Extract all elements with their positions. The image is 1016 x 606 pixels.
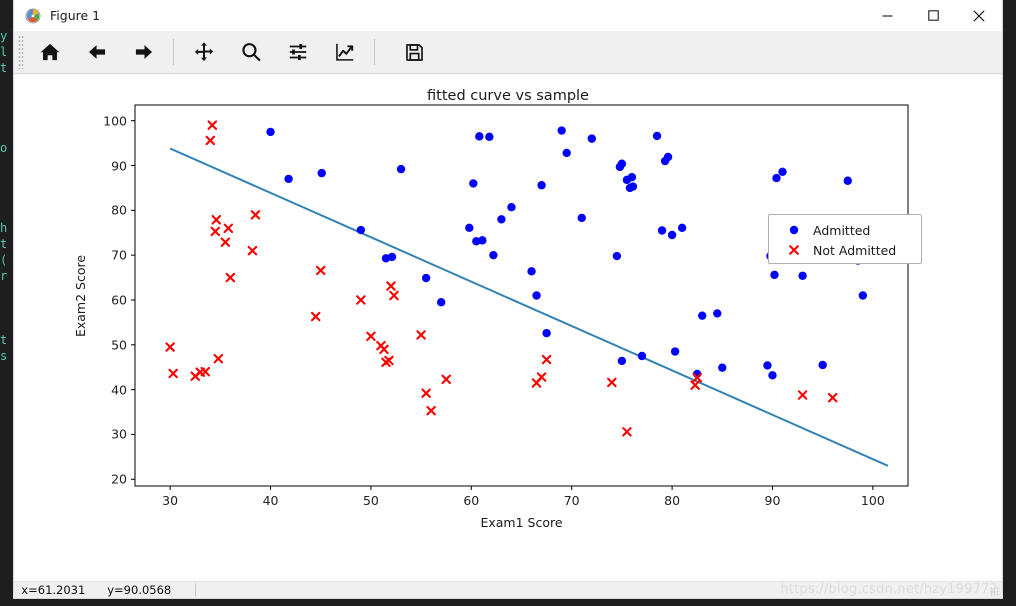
x-tick-label: 40: [262, 493, 279, 508]
x-tick-label: 50: [362, 493, 379, 508]
x-tick-label: 70: [563, 493, 580, 508]
ide-code-gutter: y l t o h t ( r t s: [0, 29, 8, 363]
figure-window: Figure 1 fitted curve vs sample Admitted…: [14, 0, 1002, 598]
y-tick-label: 40: [111, 382, 127, 398]
y-tick-label: 70: [111, 247, 127, 263]
home-icon[interactable]: [26, 33, 73, 71]
legend-label-admitted: Admitted: [813, 222, 871, 238]
x-axis-label: Exam1 Score: [480, 515, 563, 530]
pan-move-icon[interactable]: [180, 33, 227, 71]
status-bar: x=61.2031 y=90.0568 https://blog.csdn.ne…: [14, 581, 1002, 598]
chart-legend: Admitted Not Admitted: [768, 214, 922, 264]
y-tick-label: 90: [111, 158, 127, 173]
maximize-button[interactable]: [910, 0, 956, 31]
close-button[interactable]: [956, 0, 1002, 31]
save-floppy-icon[interactable]: [391, 33, 438, 71]
forward-arrow-icon[interactable]: [120, 33, 167, 71]
figure-canvas[interactable]: fitted curve vs sample Admitted Not Admi…: [14, 74, 1002, 581]
y-tick-label: 20: [111, 471, 127, 487]
matplotlib-figure-icon: [25, 8, 41, 24]
legend-entry-not-admitted: Not Admitted: [779, 240, 913, 260]
edit-curve-icon[interactable]: [321, 33, 368, 71]
legend-entry-admitted: Admitted: [779, 220, 913, 240]
toolbar-separator: [173, 39, 174, 65]
zoom-magnifier-icon[interactable]: [227, 33, 274, 71]
x-tick-label: 90: [764, 493, 781, 508]
legend-marker-cross-icon: [779, 241, 809, 260]
subplot-sliders-icon[interactable]: [274, 33, 321, 71]
window-title-text: Figure 1: [50, 8, 101, 23]
status-separator: [195, 583, 197, 597]
y-tick-label: 80: [111, 202, 127, 218]
resize-grip[interactable]: [990, 587, 1000, 597]
navigation-toolbar: [14, 31, 1002, 74]
y-tick-label: 30: [111, 426, 127, 442]
y-axis-label: Exam2 Score: [73, 254, 88, 337]
x-tick-label: 30: [162, 493, 179, 508]
y-tick-label: 50: [111, 337, 127, 353]
legend-marker-circle-icon: [779, 221, 809, 240]
toolbar-separator-2: [374, 39, 375, 65]
legend-label-not-admitted: Not Admitted: [813, 242, 897, 258]
x-tick-label: 100: [860, 493, 885, 508]
y-tick-label: 100: [103, 113, 127, 129]
y-tick-label: 60: [111, 292, 127, 308]
coordinate-readout: x=61.2031 y=90.0568: [14, 583, 172, 597]
x-tick-label: 80: [664, 493, 681, 508]
back-arrow-icon[interactable]: [73, 33, 120, 71]
watermark-text: https://blog.csdn.net/hzy199772: [780, 582, 998, 597]
toolbar-drag-grip[interactable]: [18, 35, 24, 69]
minimize-button[interactable]: [864, 0, 910, 31]
window-titlebar[interactable]: Figure 1: [14, 0, 1002, 31]
x-tick-label: 60: [463, 493, 480, 508]
